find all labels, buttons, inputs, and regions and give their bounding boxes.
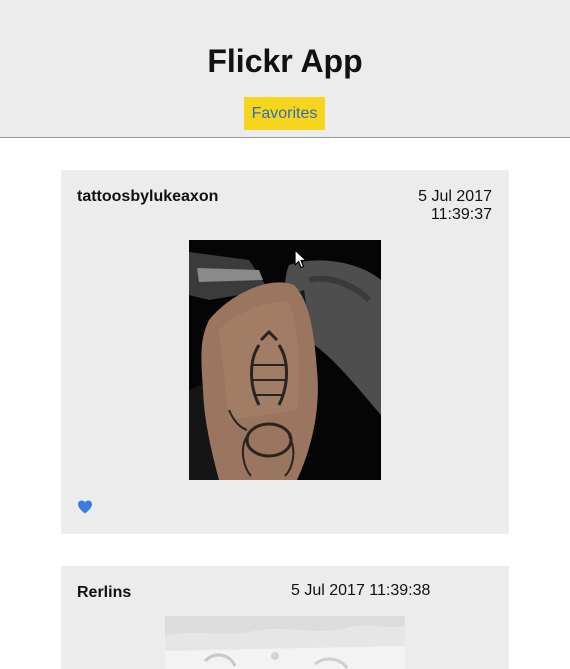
favorites-button[interactable]: Favorites [244,97,325,130]
heart-icon[interactable] [77,499,93,515]
app-header: Flickr App Favorites [0,0,570,138]
photo-date-day: 5 Jul 2017 [418,188,492,205]
snow-photo-illustration [165,616,405,669]
photo-image[interactable] [189,240,381,480]
photo-card: Rerlins 5 Jul 2017 11:39:38 [61,566,509,669]
photo-date-time: 11:39:37 [430,206,492,223]
photo-date: 5 Jul 2017 11:39:37 [372,188,492,224]
page-title: Flickr App [207,43,363,79]
mouse-cursor-icon [294,249,308,269]
photo-date: 5 Jul 2017 11:39:38 [291,582,431,599]
page: Flickr App Favorites tattoosbylukeaxon 5… [0,0,570,669]
photo-image[interactable] [165,616,405,669]
heart-shape [78,500,92,514]
photo-card: tattoosbylukeaxon 5 Jul 2017 11:39:37 [61,170,509,534]
cursor-arrow [294,249,307,269]
photo-author[interactable]: tattoosbylukeaxon [77,188,218,206]
tattoo-photo-illustration [189,240,381,480]
photo-author[interactable]: Rerlins [77,584,131,602]
